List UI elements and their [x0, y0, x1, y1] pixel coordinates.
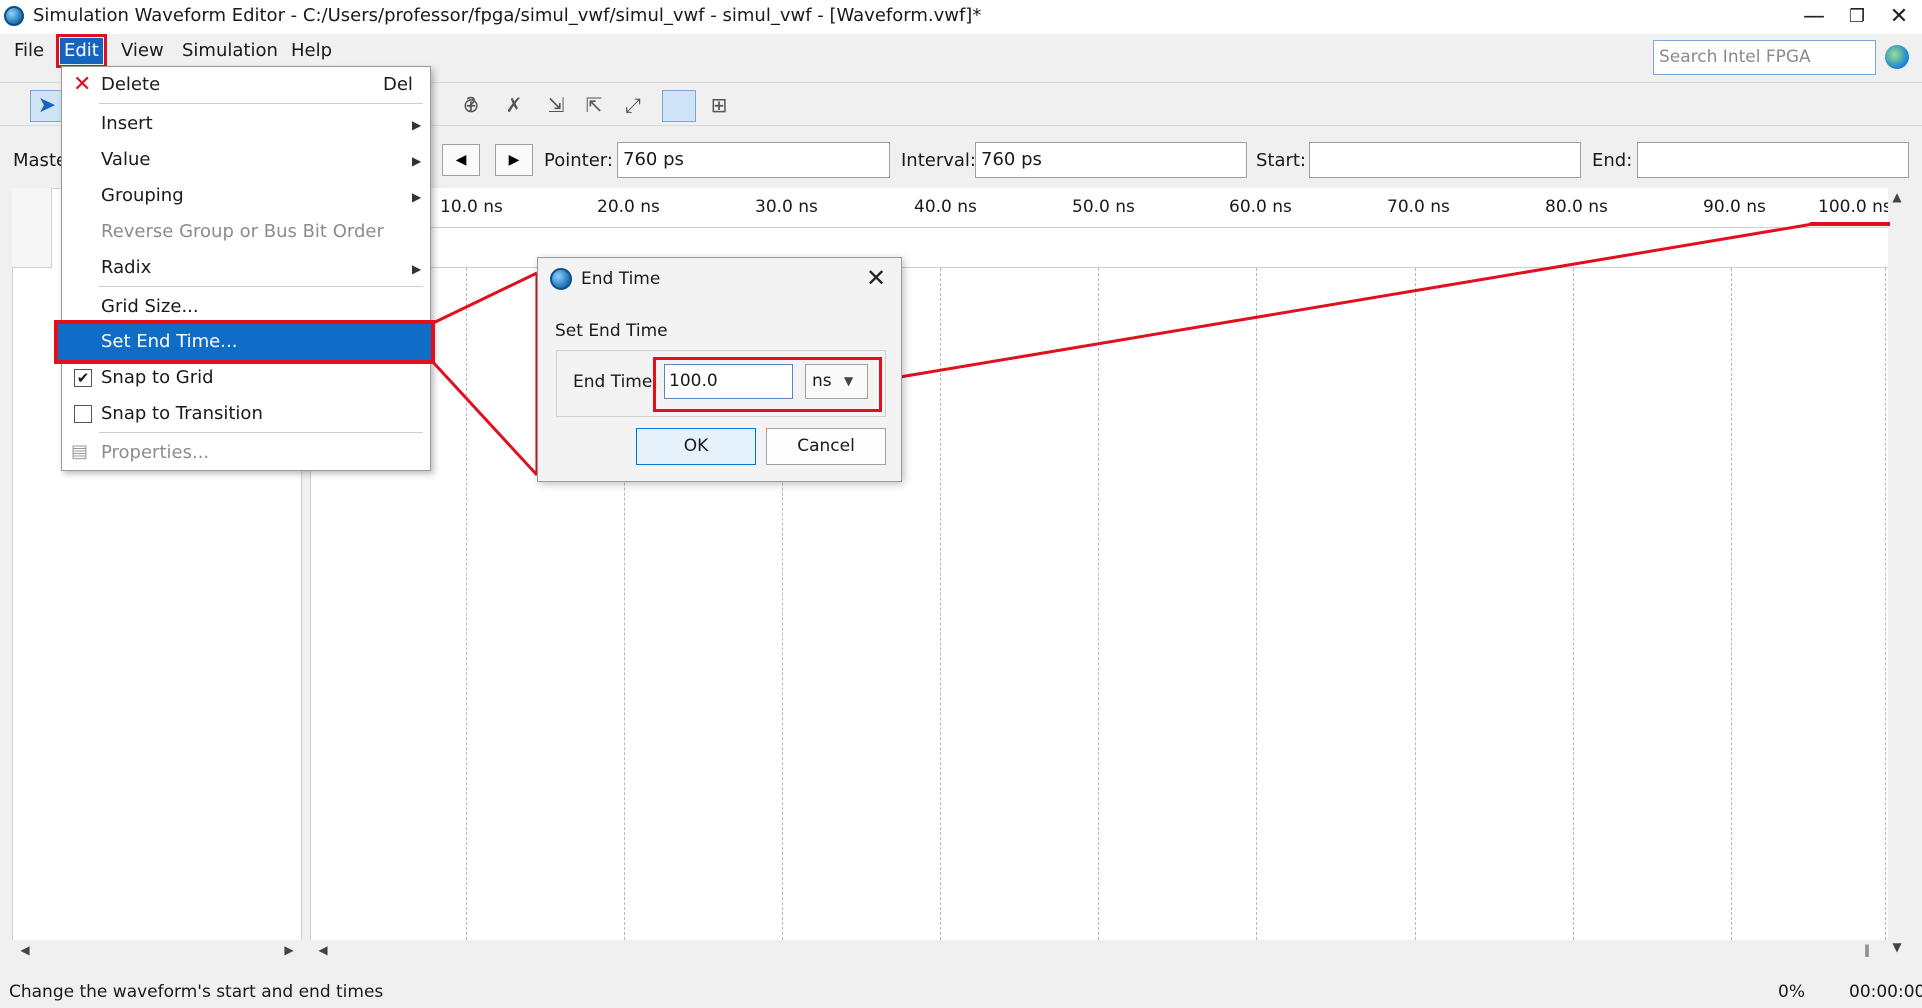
scroll-right-icon[interactable]: ▶ [280, 943, 298, 957]
properties-icon: ▤ [71, 441, 89, 462]
menu-separator [99, 286, 423, 287]
menu-item-grid-size[interactable]: Grid Size... [101, 296, 199, 317]
app-icon [550, 268, 572, 290]
submenu-arrow-icon: ▶ [412, 190, 422, 204]
grid-line [466, 268, 467, 940]
menu-view[interactable]: View [117, 38, 168, 64]
grid-line [1256, 268, 1257, 940]
vertical-scrollbar[interactable]: ▲ ▼ [1888, 188, 1907, 960]
interval-field[interactable]: 760 ps [975, 142, 1247, 178]
scroll-up-icon[interactable]: ▲ [1888, 190, 1906, 204]
globe-icon[interactable] [1885, 45, 1909, 69]
menu-separator [99, 432, 423, 433]
next-transition-button[interactable]: ▶ [495, 144, 533, 176]
menu-item-grouping[interactable]: Grouping [101, 185, 184, 206]
tick-label: 70.0 ns [1387, 197, 1450, 217]
grid-line [940, 268, 941, 940]
start-label: Start: [1256, 150, 1307, 171]
ok-button[interactable]: OK [636, 428, 756, 465]
menu-help[interactable]: Help [287, 38, 336, 64]
tick-label: 100.0 ns [1818, 197, 1892, 217]
snap-transition-checkbox[interactable] [74, 405, 92, 423]
master-time-label: Maste [13, 150, 68, 171]
tick-label: 50.0 ns [1072, 197, 1135, 217]
scroll-down-icon[interactable]: ▼ [1888, 940, 1906, 954]
horizontal-scrollbar-waveform[interactable]: ◀ ‖ [310, 940, 1888, 960]
interval-label: Interval: [901, 150, 976, 171]
tick-label: 80.0 ns [1545, 197, 1608, 217]
grid-line [1885, 268, 1886, 940]
tick-label: 30.0 ns [755, 197, 818, 217]
random-value-icon[interactable]: ✗ [500, 91, 528, 119]
horizontal-scrollbar-left[interactable]: ◀ ▶ [12, 940, 302, 960]
menu-edit[interactable]: Edit [56, 34, 107, 68]
tick-label: 60.0 ns [1229, 197, 1292, 217]
menu-separator [99, 103, 423, 104]
signal-header-cell [12, 188, 52, 268]
grid-view-icon[interactable]: ⊞ [705, 91, 733, 119]
grid-line [1098, 268, 1099, 940]
end-time-label: End Time: [573, 372, 659, 392]
submenu-arrow-icon: ▶ [412, 154, 422, 168]
menu-item-delete[interactable]: Delete [101, 74, 160, 95]
zoom-in-icon[interactable]: ⇲ [542, 91, 570, 119]
tick-label: 40.0 ns [914, 197, 977, 217]
tick-label: 90.0 ns [1703, 197, 1766, 217]
snap-grid-checkbox[interactable]: ✔ [74, 369, 92, 387]
delete-icon: ✕ [73, 72, 92, 97]
menu-item-snap-to-transition[interactable]: Snap to Transition [101, 403, 263, 424]
restore-button[interactable]: ❐ [1834, 0, 1880, 34]
title-bar: Simulation Waveform Editor - C:/Users/pr… [0, 0, 1922, 34]
prev-transition-button[interactable]: ◀ [442, 144, 480, 176]
unknown-value-icon[interactable]: ? [457, 91, 485, 119]
menu-item-set-end-time-label: Set End Time... [101, 331, 238, 352]
menu-item-insert[interactable]: Insert [101, 113, 153, 134]
end-field[interactable] [1637, 142, 1909, 178]
scroll-left-icon[interactable]: ◀ [314, 943, 332, 957]
start-field[interactable] [1309, 142, 1581, 178]
minimize-button[interactable]: — [1791, 0, 1837, 34]
grid-line [1731, 268, 1732, 940]
dialog-title: End Time [581, 269, 661, 289]
scroll-handle-icon[interactable]: ‖ [1858, 943, 1876, 957]
tick-label: 10.0 ns [440, 197, 503, 217]
snap-grid-tool-icon[interactable] [662, 90, 696, 122]
menu-item-reverse-bit-order: Reverse Group or Bus Bit Order [101, 221, 384, 242]
grid-line [1415, 268, 1416, 940]
fit-window-icon[interactable]: ⤢ [619, 91, 647, 119]
menu-item-value[interactable]: Value [101, 149, 150, 170]
window-title: Simulation Waveform Editor - C:/Users/pr… [33, 5, 982, 26]
grid-line [1573, 268, 1574, 940]
submenu-arrow-icon: ▶ [412, 262, 422, 276]
pointer-field[interactable]: 760 ps [617, 142, 890, 178]
pointer-label: Pointer: [544, 150, 613, 171]
tick-label: 20.0 ns [597, 197, 660, 217]
dialog-close-icon[interactable]: ✕ [866, 264, 886, 292]
status-message: Change the waveform's start and end time… [9, 982, 384, 1002]
status-progress: 0% [1778, 982, 1805, 1002]
menu-item-snap-to-grid[interactable]: Snap to Grid [101, 367, 214, 388]
menu-simulation[interactable]: Simulation [178, 38, 282, 64]
cancel-button[interactable]: Cancel [766, 428, 886, 465]
status-elapsed-time: 00:00:00 [1849, 982, 1922, 1002]
menu-file[interactable]: File [10, 38, 48, 64]
close-button[interactable]: ✕ [1876, 0, 1922, 34]
search-input[interactable]: Search Intel FPGA [1653, 40, 1876, 75]
end-label: End: [1592, 150, 1633, 171]
submenu-arrow-icon: ▶ [412, 118, 422, 132]
zoom-out-icon[interactable]: ⇱ [580, 91, 608, 119]
menu-item-properties: Properties... [101, 442, 210, 463]
scroll-left-icon[interactable]: ◀ [16, 943, 34, 957]
selection-tool-icon[interactable]: ➤ [30, 90, 64, 122]
dialog-group-title: Set End Time [555, 321, 668, 341]
menu-item-radix[interactable]: Radix [101, 257, 151, 278]
annotation-highlight-box [653, 357, 882, 412]
app-icon [4, 6, 24, 26]
delete-shortcut: Del [383, 74, 413, 95]
